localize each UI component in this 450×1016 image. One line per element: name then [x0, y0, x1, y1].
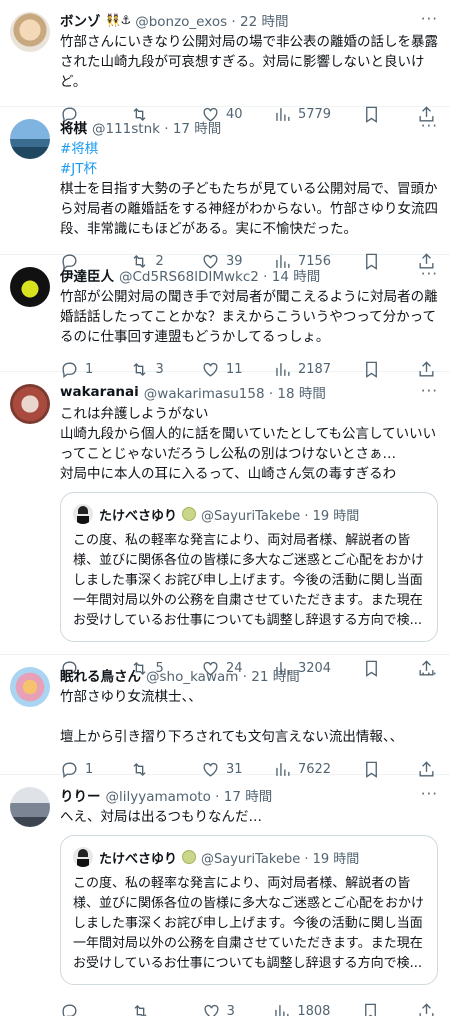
melon-badge-icon: [182, 850, 197, 864]
timeline-feed: ボンゾ 👯⚓ @bonzo_exos · 22 時間 ··· 竹部さんにいきなり…: [0, 0, 450, 1016]
avatar[interactable]: [10, 667, 50, 707]
more-options-icon[interactable]: ···: [421, 117, 438, 135]
melon-badge-icon: [182, 507, 197, 521]
tweet-card[interactable]: りりー @lilyyamamoto · 17 時間 ··· へえ、対局は出るつも…: [0, 775, 450, 1016]
avatar[interactable]: [10, 787, 50, 827]
display-name[interactable]: 眠れる鳥さん: [60, 665, 141, 685]
display-name[interactable]: りりー: [60, 785, 101, 805]
display-name[interactable]: 将棋: [60, 117, 87, 137]
handle-timestamp[interactable]: @wakarimasu158 · 18 時間: [144, 382, 326, 402]
tweet-text: 竹部が公開対局の聞き手で対局者が聞こえるように対局者の離婚話話したってことかな？…: [60, 289, 438, 345]
tweet-text: 竹部さゆり女流棋士、、 壇上から引き摺り下ろされても文句言えない流出情報、、: [60, 689, 404, 745]
quote-text: この度、私の軽率な発言により、両対局者様、解説者の皆様、並びに関係各位の皆様に多…: [73, 533, 425, 628]
display-name[interactable]: ボンゾ: [60, 10, 101, 30]
name-emoji: 👯⚓: [105, 13, 132, 27]
quote-display-name: たけべさゆり: [99, 851, 178, 867]
avatar[interactable]: [10, 12, 50, 52]
hashtag-link[interactable]: #JT杯: [60, 159, 438, 179]
more-options-icon[interactable]: ···: [421, 382, 438, 400]
like-button[interactable]: 3: [202, 1002, 242, 1016]
share-button[interactable]: [417, 1002, 442, 1016]
tweet-card[interactable]: 伊達臣人 @Cd5RS68lDIMwkc2 · 14 時間 ··· 竹部が公開対…: [0, 255, 450, 378]
tweet-card[interactable]: 将棋 @111stnk · 17 時間 ··· #将棋 #JT杯 棋士を目指す大勢の…: [0, 107, 450, 270]
views-icon: [275, 1004, 289, 1016]
tweet-text: 竹部さんにいきなり公開対局の場で非公表の離婚の話しを暴露された山崎九段が可哀想す…: [60, 34, 438, 90]
more-options-icon[interactable]: ···: [421, 265, 438, 283]
quoted-tweet[interactable]: たけべさゆり @SayuriTakebe · 19 時間 この度、私の軽率な発言…: [60, 492, 438, 642]
avatar[interactable]: [10, 384, 50, 424]
quote-handle-timestamp: @SayuriTakebe · 19 時間: [201, 851, 360, 867]
avatar[interactable]: [10, 267, 50, 307]
tweet-text: これは弁護しようがない 山崎九段から個人的に話を聞いていたとしても公言していいい…: [60, 406, 437, 482]
quote-text: この度、私の軽率な発言により、両対局者様、解説者の皆様、並びに関係各位の皆様に多…: [73, 876, 425, 971]
tweet-card[interactable]: ボンゾ 👯⚓ @bonzo_exos · 22 時間 ··· 竹部さんにいきなり…: [0, 0, 450, 123]
tweet-card[interactable]: wakaranai @wakarimasu158 · 18 時間 ··· これは…: [0, 372, 450, 677]
quote-avatar: [73, 847, 93, 867]
quote-avatar: [73, 504, 93, 524]
bookmark-button[interactable]: [361, 1002, 386, 1016]
handle-timestamp[interactable]: @sho_kawam · 21 時間: [146, 665, 300, 685]
reply-button[interactable]: [60, 1002, 100, 1016]
handle-timestamp[interactable]: @111stnk · 17 時間: [92, 117, 221, 137]
tweet-card[interactable]: 眠れる鳥さん @sho_kawam · 21 時間 ··· 竹部さゆり女流棋士、…: [0, 655, 450, 778]
heart-icon: [204, 1004, 219, 1016]
handle-timestamp[interactable]: @lilyyamamoto · 17 時間: [106, 785, 273, 805]
retweet-icon: [134, 1004, 147, 1016]
tweet-text: #将棋 #JT杯 棋士を目指す大勢の子どもたちが見ている公開対局で、冒頭から対局者の…: [60, 139, 438, 239]
quoted-tweet[interactable]: たけべさゆり @SayuriTakebe · 19 時間 この度、私の軽率な発言…: [60, 835, 438, 985]
views-button[interactable]: 1808: [272, 1002, 330, 1016]
action-bar: 3 1808: [60, 989, 442, 1016]
more-options-icon[interactable]: ···: [421, 10, 438, 28]
hashtag-link[interactable]: #将棋: [60, 139, 438, 159]
handle-timestamp[interactable]: @Cd5RS68lDIMwkc2 · 14 時間: [119, 265, 320, 285]
more-options-icon[interactable]: ···: [421, 785, 438, 803]
display-name[interactable]: wakaranai: [60, 384, 139, 400]
views-count: 1808: [297, 1003, 331, 1016]
bookmark-icon: [365, 1003, 377, 1016]
like-count: 3: [226, 1003, 235, 1016]
display-name[interactable]: 伊達臣人: [60, 265, 114, 285]
quote-handle-timestamp: @SayuriTakebe · 19 時間: [201, 508, 360, 524]
share-icon: [419, 1002, 434, 1016]
tweet-body: 棋士を目指す大勢の子どもたちが見ている公開対局で、冒頭から対局者の離婚話をする神…: [60, 181, 438, 237]
tweet-text: へえ、対局は出るつもりなんだ…: [60, 809, 262, 825]
retweet-button[interactable]: [131, 1002, 171, 1016]
quote-display-name: たけべさゆり: [99, 508, 178, 524]
avatar[interactable]: [10, 119, 50, 159]
more-options-icon[interactable]: ···: [421, 665, 438, 683]
reply-icon: [62, 1003, 77, 1016]
handle-timestamp[interactable]: @bonzo_exos · 22 時間: [135, 10, 288, 30]
